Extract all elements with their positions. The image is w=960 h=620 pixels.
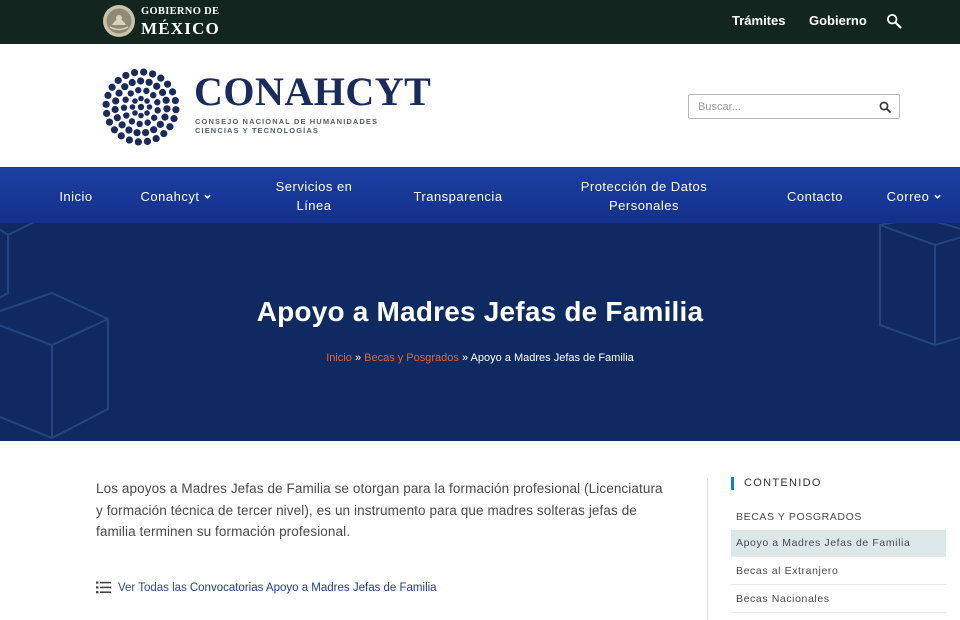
page-hero: Apoyo a Madres Jefas de Familia Inicio »… [0,223,960,441]
nav-item-conahcyt[interactable]: Conahcyt [126,168,226,224]
breadcrumb-separator: » [354,352,362,364]
magnifier-icon[interactable] [886,13,902,29]
logo-subtitle-line2: CIENCIAS Y TECNOLOGÍAS [195,126,319,136]
logo-subtitle: CONSEJO NACIONAL DE HUMANIDADES CIENCIAS… [195,117,378,136]
government-top-bar: GOBIERNO DE MÉXICO Trámites Gobierno [0,0,960,44]
nav-item-label-line2: Personales [608,198,680,213]
chevron-down-icon [934,194,942,199]
nav-item-transparencia[interactable]: Transparencia [400,168,516,224]
government-wordmark-line1: GOBIERNO DE [141,6,220,17]
breadcrumb: Inicio » Becas y Posgrados » Apoyo a Mad… [0,352,960,364]
search-icon[interactable] [879,101,891,113]
nav-item-label: Correo [886,188,930,204]
sidebar-title: CONTENIDO [731,477,822,490]
nav-item-label: Conahcyt [140,188,200,204]
conahcyt-logo-icon[interactable] [100,66,182,148]
nav-item-label-line1: Servicios en [275,179,353,194]
sidebar-item-madres-jefas[interactable]: Apoyo a Madres Jefas de Familia [731,530,946,557]
view-all-link-text[interactable]: Convocatorias Apoyo a Madres Jefas de Fa… [190,582,437,594]
intro-paragraph: Los apoyos a Madres Jefas de Familia se … [96,481,663,539]
nav-item-label: Transparencia [413,188,503,204]
sidebar-item-becas-extranjero[interactable]: Becas al Extranjero [731,558,946,585]
view-all-link[interactable]: Ver Todas las Convocatorias Apoyo a Madr… [96,581,437,594]
nav-item-correo[interactable]: Correo [880,168,948,224]
page-title: Apoyo a Madres Jefas de Familia [256,296,704,327]
government-wordmark-line2: MÉXICO [141,18,220,38]
sidebar-item-becas-y-posgrados[interactable]: BECAS Y POSGRADOS [731,503,946,530]
site-search [688,94,900,119]
nav-item-label: Contacto [786,188,844,204]
government-wordmark[interactable]: GOBIERNO DE MÉXICO [141,6,220,38]
nav-item-inicio[interactable]: Inicio [44,168,108,224]
nav-item-label: Inicio [59,188,93,204]
search-input[interactable] [698,99,868,115]
main-navigation: Inicio Conahcyt Servicios en Línea Trans… [0,167,960,223]
national-seal-icon [103,5,135,37]
breadcrumb-current: Apoyo a Madres Jefas de Familia [470,352,634,364]
list-icon [96,581,111,594]
nav-item-servicios-en-linea[interactable]: Servicios en Línea [258,168,370,224]
chevron-down-icon [204,194,212,199]
nav-item-label-line2: Línea [296,198,332,213]
view-all-prefix: Ver Todas las [118,581,187,594]
cube-outline-decoration [0,223,960,440]
nav-item-proteccion-de-datos[interactable]: Protección de Datos Personales [566,168,722,224]
breadcrumb-link-becas[interactable]: Becas y Posgrados [364,352,459,364]
logo-subtitle-line1: CONSEJO NACIONAL DE HUMANIDADES [195,117,379,126]
nav-item-label-line1: Protección de Datos [580,179,708,194]
tramites-link[interactable]: Trámites [732,13,785,28]
gobierno-link[interactable]: Gobierno [809,13,867,28]
nav-item-contacto[interactable]: Contacto [772,168,858,224]
breadcrumb-link-inicio[interactable]: Inicio [326,352,352,364]
logo-wordmark[interactable]: CONAHCYT [194,72,431,112]
sidebar-item-becas-nacionales[interactable]: Becas Nacionales [731,586,946,613]
breadcrumb-separator: » [461,352,469,364]
sidebar-divider [707,478,708,620]
